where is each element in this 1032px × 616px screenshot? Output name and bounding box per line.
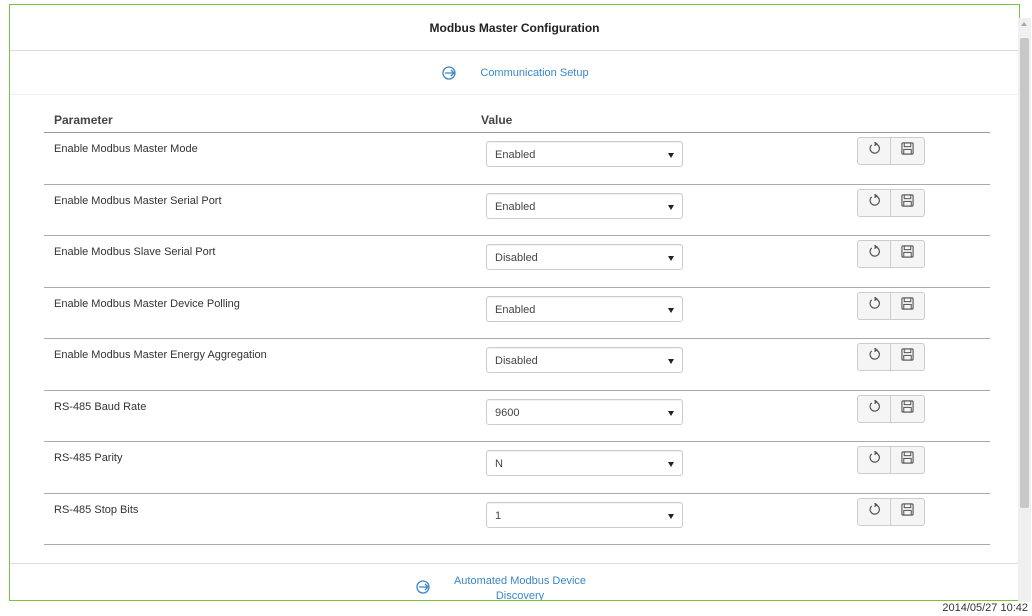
refresh-button[interactable] (857, 446, 891, 474)
scroll-up-arrow-icon[interactable] (1021, 22, 1027, 26)
parameter-label: Enable Modbus Slave Serial Port (54, 246, 216, 258)
row-action-buttons (857, 240, 925, 268)
refresh-icon (868, 296, 881, 315)
save-button[interactable] (891, 291, 925, 320)
row-action-buttons (857, 291, 925, 320)
selected-value: Enabled (495, 200, 536, 213)
save-icon (901, 348, 914, 366)
device-discovery-section[interactable]: Automated Modbus Device Discovery (10, 563, 1019, 600)
parameter-label: Enable Modbus Master Mode (54, 143, 198, 155)
table-row: Enable Modbus Slave Serial Port Disabled (44, 236, 990, 288)
refresh-button[interactable] (857, 240, 891, 268)
selected-value: Disabled (495, 355, 538, 367)
table-row: Enable Modbus Master Serial Port Enabled (44, 185, 990, 236)
refresh-button[interactable] (857, 343, 891, 371)
save-icon (901, 245, 914, 263)
dropdown-caret-icon (668, 204, 674, 210)
save-icon (901, 451, 914, 469)
save-button[interactable] (891, 394, 925, 423)
refresh-icon (868, 347, 881, 366)
refresh-icon (868, 450, 881, 469)
circle-arrow-right-icon[interactable] (440, 64, 458, 82)
row-action-buttons (857, 446, 925, 474)
table-row: Enable Modbus Master Energy Aggregation D… (44, 339, 990, 391)
dropdown-caret-icon (668, 256, 674, 261)
dropdown-caret-icon (668, 307, 674, 313)
parameter-label: RS-485 Stop Bits (54, 503, 139, 516)
parameter-column-header: Parameter (54, 113, 113, 127)
value-select[interactable]: Disabled (486, 244, 683, 270)
save-icon (901, 296, 914, 315)
vertical-scrollbar[interactable] (1018, 18, 1031, 602)
row-action-buttons (857, 343, 925, 371)
timestamp: 2014/05/27 10:42 (942, 602, 1028, 614)
selected-value: Enabled (495, 303, 536, 316)
dropdown-caret-icon (668, 513, 674, 519)
row-action-buttons (857, 394, 925, 423)
refresh-icon (868, 502, 881, 521)
refresh-button[interactable] (857, 188, 891, 217)
value-column-header: Value (481, 113, 513, 127)
table-row: Enable Modbus Master Mode Enabled (44, 133, 990, 185)
parameter-table: Parameter Value Enable Modbus Master Mod… (44, 101, 990, 545)
communication-setup-link[interactable]: Communication Setup (480, 67, 588, 79)
selected-value: 1 (495, 509, 502, 522)
selected-value: N (495, 458, 503, 470)
value-select[interactable]: Enabled (486, 141, 683, 167)
parameter-label: Enable Modbus Master Device Polling (54, 297, 240, 310)
parameter-label: RS-485 Baud Rate (54, 400, 147, 413)
value-select[interactable]: N (486, 450, 683, 476)
save-button[interactable] (891, 446, 925, 474)
parameter-label: Enable Modbus Master Serial Port (54, 194, 222, 207)
device-discovery-link[interactable]: Automated Modbus Device Discovery (450, 574, 590, 600)
dropdown-caret-icon (668, 410, 674, 416)
dropdown-caret-icon (668, 462, 674, 467)
save-icon (901, 502, 914, 521)
refresh-button[interactable] (857, 137, 891, 165)
refresh-icon (868, 399, 881, 418)
value-select[interactable]: 9600 (486, 398, 683, 425)
selected-value: Enabled (495, 149, 536, 161)
refresh-icon (868, 244, 881, 263)
refresh-button[interactable] (857, 497, 891, 526)
save-button[interactable] (891, 137, 925, 165)
table-row: RS-485 Parity N (44, 442, 990, 494)
table-row: Enable Modbus Master Device Polling Enabl… (44, 288, 990, 339)
value-select[interactable]: 1 (486, 501, 683, 528)
row-action-buttons (857, 188, 925, 217)
communication-setup-section[interactable]: Communication Setup (10, 51, 1019, 95)
save-button[interactable] (891, 240, 925, 268)
refresh-button[interactable] (857, 291, 891, 320)
scrollbar-thumb[interactable] (1020, 38, 1029, 508)
table-row: RS-485 Baud Rate 9600 (44, 391, 990, 442)
row-action-buttons (857, 497, 925, 526)
dropdown-caret-icon (668, 359, 674, 364)
table-header: Parameter Value (44, 101, 990, 133)
refresh-icon (868, 193, 881, 212)
save-button[interactable] (891, 343, 925, 371)
value-select[interactable]: Enabled (486, 295, 683, 322)
selected-value: 9600 (495, 406, 520, 419)
table-row: RS-485 Stop Bits 1 (44, 494, 990, 545)
parameter-label: Enable Modbus Master Energy Aggregation (54, 349, 267, 361)
selected-value: Disabled (495, 252, 538, 264)
save-icon (901, 142, 914, 160)
circle-arrow-right-icon[interactable] (414, 578, 432, 596)
save-icon (901, 193, 914, 212)
save-button[interactable] (891, 497, 925, 526)
row-action-buttons (857, 137, 925, 165)
value-select[interactable]: Enabled (486, 192, 683, 219)
dropdown-caret-icon (668, 153, 674, 158)
refresh-icon (868, 141, 881, 160)
config-panel: Modbus Master Configuration Communicatio… (9, 4, 1020, 601)
panel-title: Modbus Master Configuration (10, 5, 1019, 51)
parameter-label: RS-485 Parity (54, 452, 123, 464)
value-select[interactable]: Disabled (486, 347, 683, 373)
save-icon (901, 399, 914, 418)
save-button[interactable] (891, 188, 925, 217)
refresh-button[interactable] (857, 394, 891, 423)
